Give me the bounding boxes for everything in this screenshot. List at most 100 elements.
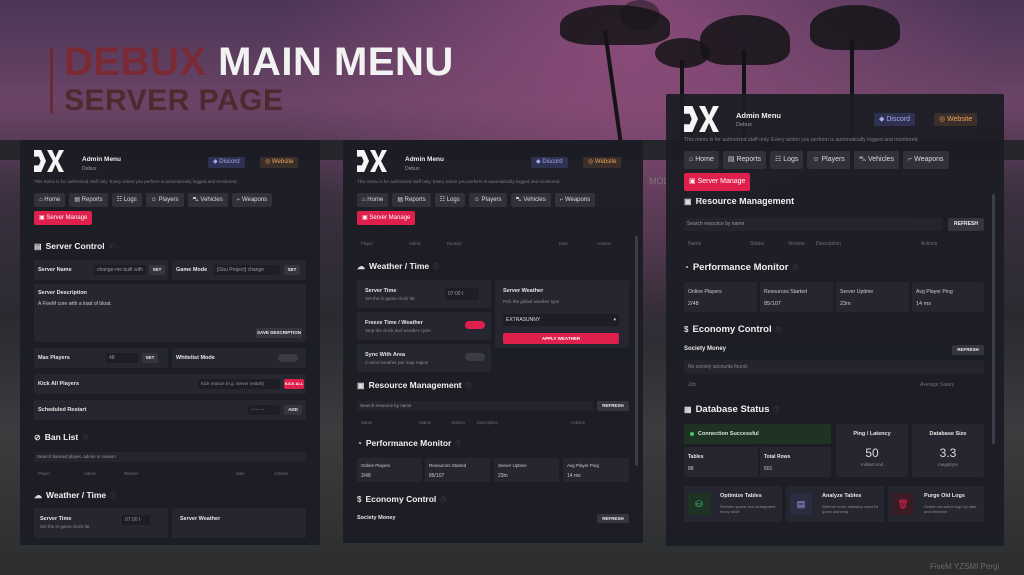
game-mode-input[interactable]: [Gbu Project] change [214, 265, 280, 275]
game-mode-set-button[interactable]: SET [284, 265, 300, 275]
info-icon: ⓘ [455, 441, 462, 448]
ban-search-input[interactable]: Search banned player, admin or reason [34, 452, 306, 462]
server-name-set-button[interactable]: SET [149, 265, 165, 275]
brand-name: Debux [82, 166, 97, 172]
server-time-label: Server Time [365, 288, 397, 294]
whitelist-toggle[interactable] [278, 354, 298, 362]
game-mode-label: Game Mode [176, 267, 208, 273]
res-col-status: Status [419, 420, 431, 425]
resource-search-input[interactable]: Search resource by name [684, 218, 942, 231]
add-restart-button[interactable]: ADD [284, 405, 302, 415]
max-players-card: Max Players 48 SET [34, 348, 168, 368]
nav-reports[interactable]: ▤ Reports [392, 193, 431, 207]
stat-card: Resources Started 85/107 [760, 282, 833, 312]
stat-card: Avg Player Ping 14 ms [563, 458, 629, 482]
optimize-tables-action[interactable]: ⛁ Optimize Tables Reclaim space and defr… [684, 486, 782, 522]
nav-reports[interactable]: ▤ Reports [69, 193, 108, 207]
nav-home[interactable]: ⌂ Home [357, 193, 389, 207]
game-mode-card: Game Mode [Gbu Project] change SET [172, 260, 306, 280]
website-label: Website [947, 116, 973, 123]
nav-players[interactable]: ☺ Players [468, 193, 507, 207]
nav-reports[interactable]: ▤ Reports [722, 151, 766, 169]
nav-vehicles[interactable]: ⛍ Vehicles [853, 151, 900, 169]
discord-button[interactable]: ◆ Discord [208, 157, 245, 168]
nav-logs[interactable]: ☷ Logs [111, 193, 142, 207]
nav-logs[interactable]: ☷ Logs [769, 151, 804, 169]
nav-players[interactable]: ☺ Players [145, 193, 184, 207]
economy-refresh-button[interactable]: REFRESH [597, 514, 629, 523]
purge-logs-action[interactable]: 🗑 Purge Old Logs Delete old action logs … [888, 486, 984, 522]
resource-search-input[interactable]: Search resource by name [357, 401, 593, 411]
website-button[interactable]: ◎ Website [260, 157, 299, 168]
info-icon: ⓘ [433, 264, 440, 271]
dx-logo [684, 106, 720, 132]
res-col-name: Name [688, 241, 702, 247]
nav-vehicles[interactable]: ⛍ Vehicles [187, 193, 228, 207]
ping-value: 50 [865, 446, 879, 460]
freeze-toggle[interactable] [465, 321, 485, 329]
resources-heading: ▣ Resource Management [684, 198, 794, 206]
discord-button[interactable]: ◆ Discord [874, 113, 916, 126]
server-time-sub: Set the in-game clock fat [40, 524, 90, 529]
nav-home[interactable]: ⌂ Home [34, 193, 66, 207]
apply-weather-button[interactable]: APPLY WEATHER [503, 333, 619, 344]
website-button[interactable]: ◎ Website [583, 157, 622, 168]
server-name-input[interactable]: change-me built with [94, 265, 146, 275]
server-name-label: Server Name [38, 267, 72, 273]
save-description-button[interactable]: SAVE DESCRIPTION [256, 328, 302, 338]
stat-value: 85/107 [429, 473, 445, 479]
server-weather-sub: Pick the global weather type [503, 299, 560, 304]
gauge-icon: ◔ [684, 263, 689, 272]
resource-refresh-button[interactable]: REFRESH [597, 401, 629, 411]
nav-vehicles[interactable]: ⛍ Vehicles [510, 193, 551, 207]
server-time-input[interactable]: 07:00 I [445, 288, 479, 300]
nav-players[interactable]: ☺ Players [807, 151, 850, 169]
server-name-card: Server Name change-me built with SET [34, 260, 168, 280]
stat-value: 85/107 [764, 301, 781, 307]
brand-name: Debux [405, 166, 420, 172]
size-value: 3.3 [939, 446, 957, 460]
scrollbar[interactable] [635, 236, 638, 466]
dx-logo [357, 150, 389, 172]
stat-value: 14 ms [567, 473, 581, 479]
stat-label: Online Players [361, 463, 391, 468]
economy-refresh-button[interactable]: REFRESH [952, 345, 984, 355]
ban-icon: ⊘ [34, 432, 41, 442]
weather-select[interactable]: EXTRASUNNY ▾ [503, 314, 619, 326]
nav-home[interactable]: ⌂ Home [684, 151, 719, 169]
sync-toggle[interactable] [465, 353, 485, 361]
nav-weapons[interactable]: ⌐ Weapons [231, 193, 273, 207]
performance-heading: ◔ Performance Monitor ⓘ [357, 438, 461, 448]
kick-reason-input[interactable]: Kick reason (e.g. server restart) [198, 379, 280, 389]
nav-logs[interactable]: ☷ Logs [434, 193, 465, 207]
server-control-title: Server Control [45, 241, 105, 251]
ban-col-admin: Admin [84, 471, 96, 476]
economy-heading: $ Economy Control ⓘ [684, 324, 782, 335]
subtitle: SERVER PAGE [64, 84, 284, 117]
title-brand: DEBUX [64, 40, 207, 84]
analyze-tables-action[interactable]: ▤ Analyze Tables Refresh index statistic… [786, 486, 884, 522]
website-button[interactable]: ◎ Website [934, 113, 978, 126]
max-players-set-button[interactable]: SET [142, 353, 158, 363]
max-players-input[interactable]: 48 [106, 353, 138, 363]
info-icon: ⓘ [110, 493, 117, 500]
restart-time-input[interactable]: --:-- -- [248, 405, 280, 415]
dollar-icon: $ [684, 325, 689, 334]
server-time-input[interactable]: 07:00 I [122, 515, 150, 525]
nav-weapons[interactable]: ⌐ Weapons [554, 193, 596, 207]
nav-bar: ⌂ Home ▤ Reports ☷ Logs ☺ Players ⛍ Vehi… [34, 193, 294, 225]
description-text[interactable]: A FiveM core with a load of bloat. [38, 301, 112, 307]
nav-server-manage[interactable]: ▣ Server Manage [34, 211, 93, 225]
nav-server-manage[interactable]: ▣ Server Manage [684, 173, 751, 191]
nav-server-manage[interactable]: ▣ Server Manage [357, 211, 416, 225]
ban-list-heading: ⊘ Ban List ⓘ [34, 432, 88, 442]
weather-heading: ☁ Weather / Time ⓘ [357, 261, 439, 271]
nav-weapons[interactable]: ⌐ Weapons [903, 151, 949, 169]
action-desc: Delete old action logs by date and reten… [924, 504, 977, 514]
server-control-heading: ▤ Server Control ⓘ [34, 241, 115, 251]
kick-all-button[interactable]: KICK ALL [284, 379, 304, 389]
scrollbar[interactable] [992, 194, 995, 444]
discord-button[interactable]: ◆ Discord [531, 157, 568, 168]
resource-refresh-button[interactable]: REFRESH [948, 218, 984, 231]
app-title: Admin Menu [736, 111, 781, 120]
